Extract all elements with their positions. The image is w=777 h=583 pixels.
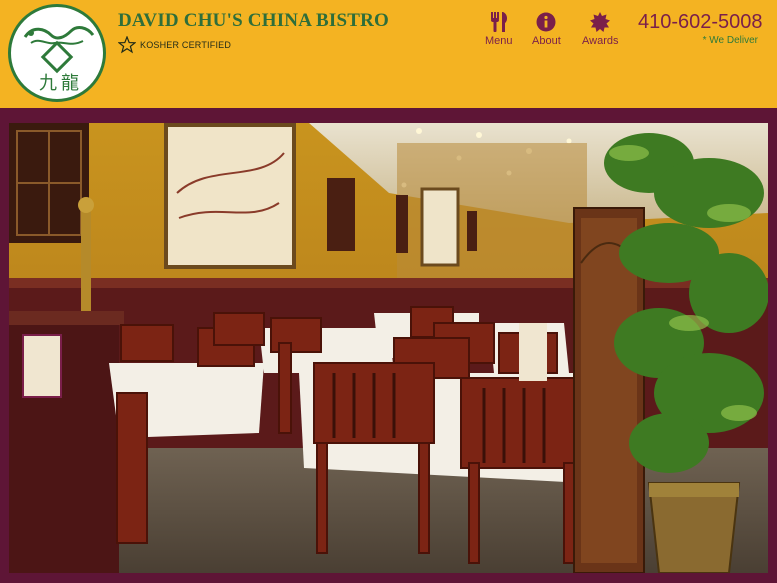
restaurant-logo[interactable]: 九 龍 bbox=[8, 4, 106, 102]
phone-number[interactable]: 410-602-5008 bbox=[638, 11, 763, 34]
nav-menu[interactable]: Menu bbox=[485, 12, 513, 47]
award-seal-icon bbox=[590, 12, 611, 32]
nav-awards[interactable]: Awards bbox=[582, 12, 618, 47]
dining-room-illustration bbox=[9, 123, 768, 573]
nav-label-about: About bbox=[532, 35, 561, 47]
fork-knife-icon bbox=[490, 12, 507, 32]
nav-label-menu: Menu bbox=[485, 35, 513, 47]
svg-text:九: 九 bbox=[39, 73, 57, 94]
info-icon bbox=[536, 12, 556, 32]
nav-label-awards: Awards bbox=[582, 35, 619, 47]
svg-text:龍: 龍 bbox=[61, 73, 79, 94]
restaurant-name[interactable]: DAVID CHU'S CHINA BISTRO bbox=[118, 10, 389, 32]
nav-about[interactable]: About bbox=[532, 12, 561, 47]
dragon-logo-icon: 九 龍 bbox=[23, 26, 95, 94]
delivery-note: * We Deliver bbox=[702, 35, 758, 46]
site-header: 九 龍 DAVID CHU'S CHINA BISTRO KOSHER CERT… bbox=[0, 0, 777, 108]
kosher-label: KOSHER CERTIFIED bbox=[140, 40, 232, 50]
star-icon bbox=[118, 36, 136, 54]
hero-restaurant-photo bbox=[9, 123, 768, 573]
kosher-badge: KOSHER CERTIFIED bbox=[118, 36, 231, 54]
